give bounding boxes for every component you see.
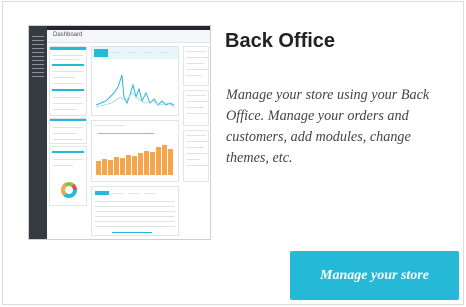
back-office-card: Dashboard Back Office Manage your store … bbox=[2, 1, 464, 305]
card-title: Back Office bbox=[225, 30, 336, 52]
bar-chart-graphic bbox=[96, 139, 176, 175]
thumb-header-title: Dashboard bbox=[53, 32, 83, 38]
manage-your-store-button[interactable]: Manage your store bbox=[290, 251, 459, 300]
card-description: Manage your store using your Back Office… bbox=[226, 87, 430, 166]
donut-chart-icon bbox=[61, 182, 77, 198]
thumb-sidebar bbox=[29, 26, 47, 239]
line-chart-graphic bbox=[96, 74, 175, 108]
back-office-screenshot: Dashboard bbox=[28, 25, 211, 240]
